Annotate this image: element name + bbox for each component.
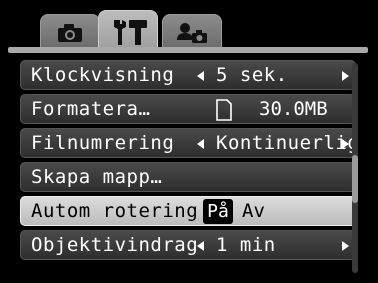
tools-icon bbox=[114, 19, 147, 45]
menu-row-label: Filnumrering bbox=[31, 132, 175, 154]
menu-row-file-numbering[interactable]: Filnumrering Kontinuerlig bbox=[20, 128, 360, 158]
menu-row-value: 30.0MB bbox=[259, 98, 328, 120]
menu-row-value: 5 sek. bbox=[216, 64, 288, 86]
arrow-right-icon[interactable] bbox=[342, 71, 349, 81]
arrow-left-icon[interactable] bbox=[197, 71, 204, 81]
arrow-right-icon[interactable] bbox=[342, 241, 349, 251]
tab-shooting[interactable] bbox=[40, 14, 100, 50]
menu-row-label: Objektivindrag bbox=[31, 234, 199, 256]
arrow-right-icon[interactable] bbox=[342, 139, 349, 149]
option-on[interactable]: På bbox=[203, 199, 233, 224]
menu-row-format[interactable]: Formatera… 30.0MB bbox=[20, 94, 356, 124]
menu-row-label: Formatera… bbox=[31, 98, 151, 120]
camera-menu-screen: Klockvisning 5 sek. Formatera… 30.0MB Fi… bbox=[0, 0, 378, 283]
menu-row-value: 1 min bbox=[216, 234, 276, 256]
camera-icon bbox=[58, 23, 82, 42]
menu-row-clock-display[interactable]: Klockvisning 5 sek. bbox=[20, 60, 356, 90]
menu-row-label: Skapa mapp… bbox=[31, 166, 163, 188]
menu-row-value: Kontinuerlig bbox=[216, 132, 360, 154]
menu-panel: Klockvisning 5 sek. Formatera… 30.0MB Fi… bbox=[8, 50, 368, 278]
tab-my-settings[interactable] bbox=[162, 14, 222, 50]
menu-row-auto-rotate[interactable]: Autom rotering På Av bbox=[20, 196, 356, 226]
scrollbar-thumb[interactable] bbox=[352, 155, 358, 203]
menu-row-lens-retract[interactable]: Objektivindrag 1 min bbox=[20, 230, 356, 260]
arrow-left-icon[interactable] bbox=[197, 241, 204, 251]
menu-row-create-folder[interactable]: Skapa mapp… bbox=[20, 162, 356, 192]
menu-row-label: Klockvisning bbox=[31, 64, 175, 86]
menu-row-label: Autom rotering bbox=[31, 200, 199, 222]
memory-card-icon bbox=[216, 99, 232, 121]
arrow-left-icon[interactable] bbox=[197, 139, 204, 149]
person-camera-icon bbox=[177, 22, 207, 43]
tab-setup[interactable] bbox=[98, 10, 158, 52]
option-off[interactable]: Av bbox=[242, 200, 265, 222]
